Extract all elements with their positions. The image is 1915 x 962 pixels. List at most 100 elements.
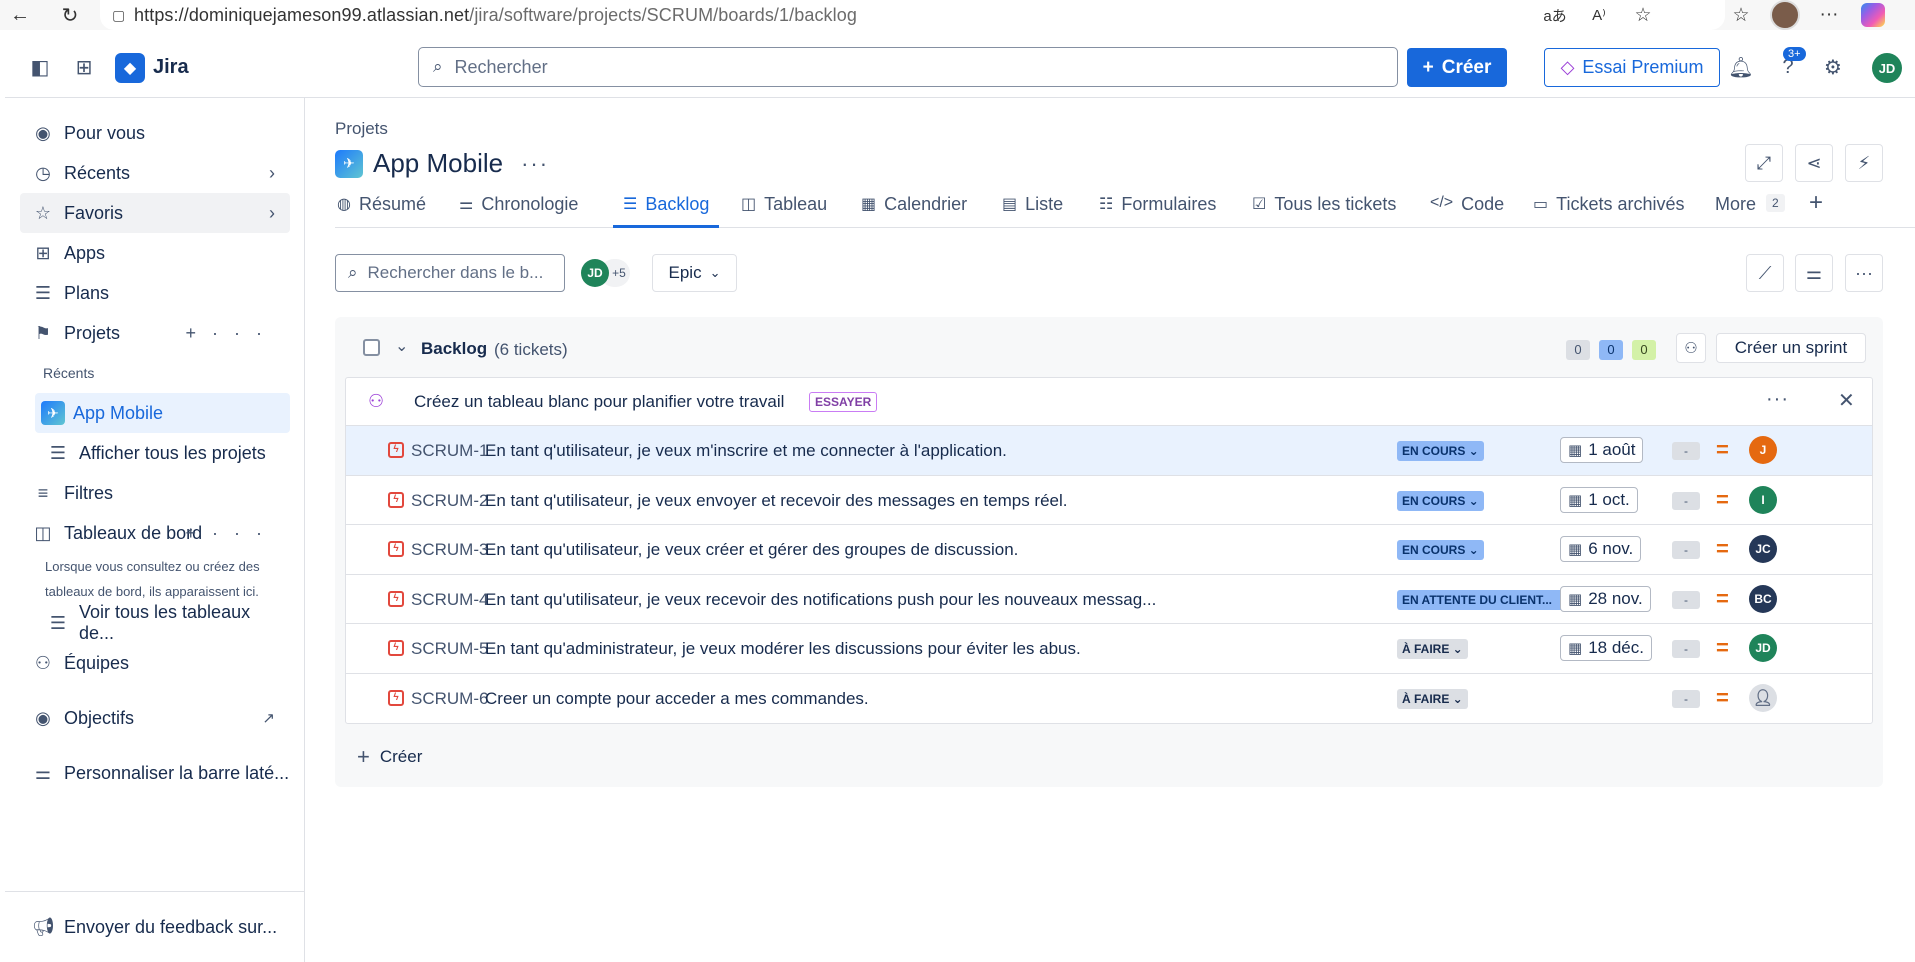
epic-filter-dropdown[interactable]: Epic ⌄ — [652, 254, 737, 292]
sidebar-item-apps[interactable]: ⊞ Apps — [20, 233, 290, 273]
back-icon[interactable]: ← — [0, 0, 40, 30]
add-and-more-icons[interactable]: +··· — [186, 323, 279, 344]
backlog-search[interactable]: ⌕ — [335, 254, 565, 292]
due-date[interactable]: ▦ 18 déc. — [1560, 635, 1652, 661]
tab-summary[interactable]: ◍ Résumé — [337, 194, 426, 228]
tab-archived[interactable]: ▭ Tickets archivés — [1533, 194, 1685, 228]
address-bar[interactable]: ▢ https://dominiquejameson99.atlassian.n… — [100, 0, 1725, 30]
favorite-star-icon[interactable]: ☆ — [1621, 0, 1665, 30]
due-date[interactable]: ▦ 6 nov. — [1560, 536, 1642, 562]
app-switcher-icon[interactable]: ⊞ — [71, 54, 97, 80]
app-name[interactable]: Jira — [153, 56, 189, 79]
issue-summary[interactable]: Creer un compte pour acceder a mes comma… — [485, 689, 869, 709]
create-sprint-button[interactable]: Créer un sprint — [1716, 333, 1866, 363]
tab-list[interactable]: ▤ Liste — [1002, 194, 1063, 228]
add-tab-plus-icon[interactable]: + — [1809, 189, 1823, 223]
sidebar-item-all-dashboards[interactable]: ☰ Voir tous les tableaux de... — [35, 602, 290, 643]
issue-key[interactable]: SCRUM-1 — [411, 441, 488, 461]
premium-trial-button[interactable]: ◇ Essai Premium — [1544, 48, 1720, 87]
site-info-icon[interactable]: ▢ — [112, 7, 134, 24]
table-row[interactable]: ϟ SCRUM-5 En tant qu'administrateur, je … — [346, 624, 1872, 674]
more-icon[interactable]: ··· — [1766, 388, 1789, 411]
issue-key[interactable]: SCRUM-5 — [411, 639, 488, 659]
issue-key[interactable]: SCRUM-4 — [411, 590, 488, 610]
tab-code[interactable]: </> Code — [1430, 194, 1504, 228]
more-options-icon[interactable]: ··· — [1845, 254, 1883, 292]
profile-icon[interactable] — [1763, 0, 1807, 30]
issue-summary[interactable]: En tant qu'administrateur, je veux modér… — [485, 639, 1081, 659]
tab-board[interactable]: ◫ Tableau — [741, 194, 827, 228]
sidebar-item-goals[interactable]: ◉ Objectifs ↗ — [20, 698, 290, 738]
reload-icon[interactable]: ↻ — [50, 0, 90, 30]
assignee-avatar[interactable]: JD — [1749, 634, 1777, 662]
settings-gear-icon[interactable]: ⚙ — [1820, 54, 1846, 80]
due-date[interactable]: ▦ 1 août — [1560, 437, 1644, 463]
text-size-icon[interactable]: A⁾ — [1577, 0, 1621, 30]
insights-chart-icon[interactable]: ⟋ — [1746, 254, 1784, 292]
issue-key[interactable]: SCRUM-2 — [411, 491, 488, 511]
copilot-icon[interactable] — [1851, 0, 1895, 30]
add-and-more-icons[interactable]: +··· — [186, 523, 279, 544]
status-dropdown[interactable]: EN COURS ⌄ — [1397, 441, 1484, 461]
whiteboard-icon[interactable]: ⚇ — [1676, 333, 1706, 363]
sidebar-item-favorites[interactable]: ☆ Favoris › — [20, 193, 290, 233]
estimate-badge[interactable]: - — [1672, 442, 1700, 460]
sidebar-item-for-you[interactable]: ◉ Pour vous — [20, 113, 290, 153]
more-menu-icon[interactable]: ··· — [1807, 0, 1851, 30]
table-row[interactable]: ϟ SCRUM-3 En tant qu'utilisateur, je veu… — [346, 525, 1872, 575]
create-button[interactable]: + Créer — [1407, 48, 1507, 87]
tab-backlog[interactable]: ☰ Backlog — [613, 194, 720, 228]
tab-more[interactable]: More 2 — [1715, 194, 1785, 228]
estimate-badge[interactable]: - — [1672, 590, 1700, 609]
view-settings-icon[interactable]: ⚌ — [1795, 254, 1833, 292]
favorites-icon[interactable]: ☆ — [1719, 0, 1763, 30]
select-all-checkbox[interactable] — [363, 339, 380, 356]
issue-summary[interactable]: En tant q'utilisateur, je veux m'inscrir… — [485, 441, 1007, 461]
search-input[interactable] — [454, 56, 1355, 78]
estimate-badge[interactable]: - — [1672, 491, 1700, 510]
table-row[interactable]: ϟ SCRUM-6 Creer un compte pour acceder a… — [346, 674, 1872, 724]
issue-key[interactable]: SCRUM-3 — [411, 540, 488, 560]
user-avatar[interactable]: JD — [1872, 53, 1902, 83]
status-dropdown[interactable]: EN COURS ⌄ — [1397, 490, 1484, 511]
table-row[interactable]: ϟ SCRUM-2 En tant q'utilisateur, je veux… — [346, 476, 1872, 525]
table-row[interactable]: ϟ SCRUM-1 En tant q'utilisateur, je veux… — [346, 426, 1872, 476]
estimate-badge[interactable]: - — [1672, 689, 1700, 708]
assignee-filter-avatar[interactable]: JD — [581, 259, 609, 287]
status-dropdown[interactable]: EN COURS ⌄ — [1397, 540, 1484, 560]
tab-forms[interactable]: ☷ Formulaires — [1099, 194, 1216, 228]
jira-logo[interactable]: ◆ — [115, 53, 145, 83]
sidebar-item-dashboards[interactable]: ◫ Tableaux de bord +··· — [20, 513, 290, 553]
breadcrumb[interactable]: Projets — [335, 119, 388, 139]
sidebar-item-recent[interactable]: ◷ Récents › — [20, 153, 290, 193]
sidebar-toggle-icon[interactable]: ◧ — [27, 54, 53, 80]
sidebar-item-app-mobile[interactable]: ✈ App Mobile — [35, 393, 290, 433]
assignee-avatar[interactable]: JC — [1749, 535, 1777, 563]
sidebar-item-projects[interactable]: ⚑ Projets +··· — [20, 313, 290, 353]
assignee-avatar[interactable]: J — [1749, 436, 1777, 464]
tab-all-issues[interactable]: ☑ Tous les tickets — [1252, 194, 1396, 228]
issue-summary[interactable]: En tant qu'utilisateur, je veux recevoir… — [485, 590, 1156, 610]
unassigned-avatar-icon[interactable]: 👤︎ — [1749, 683, 1777, 712]
tab-timeline[interactable]: ⚌ Chronologie — [459, 194, 578, 228]
sidebar-item-all-projects[interactable]: ☰ Afficher tous les projets — [35, 433, 290, 473]
estimate-badge[interactable]: - — [1672, 640, 1700, 658]
tab-calendar[interactable]: ▦ Calendrier — [861, 194, 967, 228]
issue-summary[interactable]: En tant qu'utilisateur, je veux créer et… — [485, 540, 1018, 560]
sidebar-item-plans[interactable]: ☰ Plans — [20, 273, 290, 313]
share-icon[interactable]: ⋖ — [1795, 144, 1833, 182]
collapse-chevron-icon[interactable]: ⌄ — [395, 336, 408, 356]
due-date[interactable]: ▦ 1 oct. — [1560, 486, 1638, 513]
status-dropdown[interactable]: EN ATTENTE DU CLIENT... — [1397, 589, 1579, 610]
more-actions-icon[interactable]: ··· — [521, 151, 549, 177]
sidebar-item-teams[interactable]: ⚇ Équipes — [20, 643, 290, 683]
due-date[interactable]: ▦ 28 nov. — [1560, 585, 1651, 612]
notifications-bell-icon[interactable]: 🔔︎ — [1728, 54, 1754, 80]
status-dropdown[interactable]: À FAIRE ⌄ — [1397, 639, 1468, 659]
sidebar-item-customize[interactable]: ⚌ Personnaliser la barre laté... — [20, 753, 290, 793]
assignee-avatar[interactable]: BC — [1749, 584, 1777, 613]
global-search[interactable]: ⌕ — [418, 47, 1398, 87]
automation-lightning-icon[interactable]: ⚡︎ — [1845, 144, 1883, 182]
sidebar-item-filters[interactable]: ≡ Filtres — [20, 473, 290, 513]
try-badge[interactable]: ESSAYER — [809, 392, 878, 412]
